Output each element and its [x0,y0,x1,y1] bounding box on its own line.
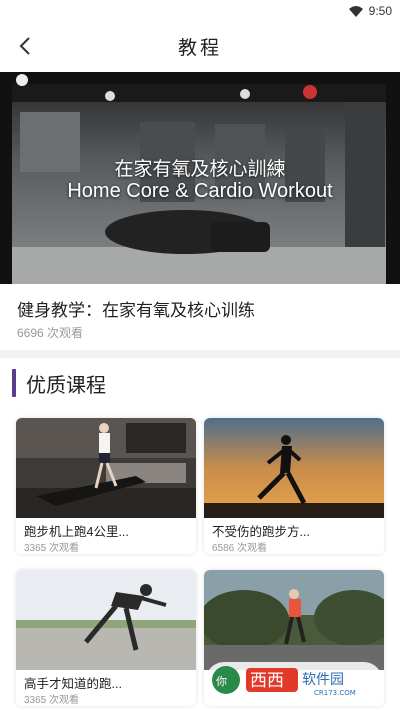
course-view-count: 3365 次观看 [24,695,80,706]
section-header: 优质课程 [12,368,106,398]
video-player[interactable]: 在家有氧及核心訓練 Home Core & Cardio Workout [0,72,400,284]
video-overlay-chinese: 在家有氧及核心訓練 [114,159,286,180]
course-thumbnail [204,418,384,518]
status-time: 9:50 [368,4,392,18]
course-title: 高手才知道的跑... [24,677,122,691]
app-header: 教程 [0,22,400,70]
video-view-count: 6696 次观看 [17,326,84,340]
back-arrow-icon[interactable] [14,34,38,58]
page-title: 教程 [177,37,222,59]
course-view-count: 3365 次观看 [24,543,80,554]
svg-text:CR173.COM: CR173.COM [314,689,356,697]
site-watermark-logo: 你 西西 软件园 CR173.COM [206,662,382,698]
section-accent-bar [12,369,16,397]
video-title[interactable]: 健身教学：在家有氧及核心训练 [17,296,255,321]
course-card-2[interactable]: 不受伤的跑步方... 6586 次观看 [204,418,384,554]
course-card-3[interactable]: 高手才知道的跑... 3365 次观看 [16,570,196,706]
section-title: 优质课程 [26,374,106,397]
svg-text:你: 你 [216,675,227,688]
section-divider [0,350,400,358]
course-thumbnail [16,570,196,670]
course-title: 跑步机上跑4公里... [24,525,129,539]
svg-text:软件园: 软件园 [302,672,344,688]
svg-text:西西: 西西 [250,671,284,691]
course-title: 不受伤的跑步方... [212,525,310,539]
course-card-1[interactable]: 跑步机上跑4公里... 3365 次观看 [16,418,196,554]
video-overlay-english: Home Core & Cardio Workout [67,180,333,202]
course-thumbnail [204,570,384,670]
wifi-icon [348,5,363,17]
course-thumbnail [16,418,196,518]
status-bar: 9:50 [0,0,400,22]
course-view-count: 6586 次观看 [212,543,268,554]
